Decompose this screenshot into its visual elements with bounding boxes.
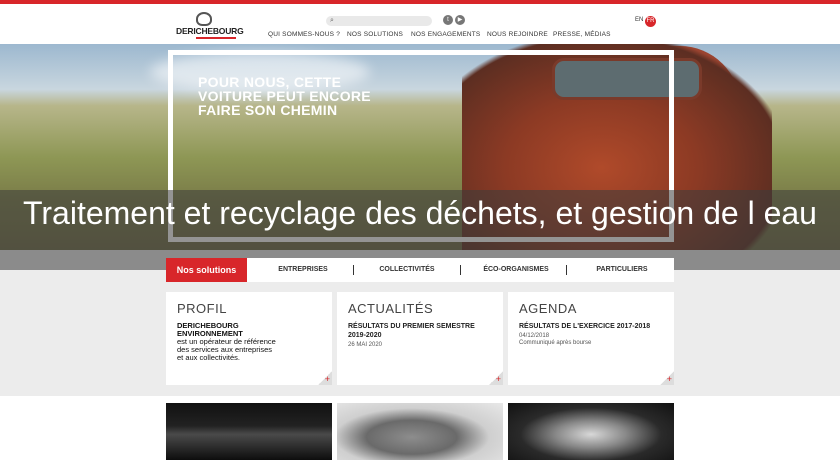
image-metal-pipes[interactable]	[508, 403, 674, 460]
lang-fr[interactable]: FR	[645, 16, 656, 27]
plus-icon[interactable]: +	[318, 371, 332, 385]
agenda-date: 04/12/2018	[519, 333, 550, 339]
tab-particuliers[interactable]: PARTICULIERS	[574, 258, 670, 282]
news-title-line1: RÉSULTATS DU PREMIER SEMESTRE	[348, 323, 475, 330]
search-icon: ⌕	[330, 17, 334, 24]
profil-desc-line3: et aux collectivités.	[177, 353, 240, 362]
card-heading: PROFIL	[177, 301, 227, 316]
news-title-line2: 2019-2020	[348, 332, 382, 339]
lang-en[interactable]: EN	[635, 17, 643, 23]
plus-icon[interactable]: +	[489, 371, 503, 385]
page-title: Traitement et recyclage des déchets, et …	[23, 195, 817, 231]
card-profil[interactable]: PROFIL DERICHEBOURG ENVIRONNEMENT est un…	[166, 292, 332, 385]
plus-icon[interactable]: +	[660, 371, 674, 385]
image-sponge-object[interactable]	[337, 403, 503, 460]
nav-item-nos-solutions[interactable]: NOS SOLUTIONS	[347, 31, 403, 38]
logo-mark-icon	[196, 12, 212, 26]
logo[interactable]: DERICHEBOURG	[176, 12, 244, 42]
nav-item-presse-medias[interactable]: PRESSE, MÉDIAS	[553, 31, 611, 38]
agenda-title: RÉSULTATS DE L'EXERCICE 2017-2018	[519, 323, 651, 330]
search-input[interactable]: ⌕	[326, 16, 432, 26]
youtube-icon[interactable]: ▶	[455, 15, 465, 25]
nav-item-nous-rejoindre[interactable]: NOUS REJOINDRE	[487, 31, 548, 38]
site-header: DERICHEBOURG ⌕ t ▶ QUI SOMMES-NOUS ? NOS…	[0, 4, 840, 44]
logo-text: DERICHEBOURG	[176, 26, 244, 36]
solutions-tabs: Nos solutions ENTREPRISES COLLECTIVITÉS …	[166, 258, 674, 282]
tab-nos-solutions[interactable]: Nos solutions	[166, 258, 247, 282]
card-actualites[interactable]: ACTUALITÉS RÉSULTATS DU PREMIER SEMESTRE…	[337, 292, 503, 385]
card-heading: ACTUALITÉS	[348, 301, 434, 316]
hero-tagline: POUR NOUS, CETTE VOITURE PEUT ENCORE FAI…	[198, 74, 371, 118]
card-heading: AGENDA	[519, 301, 577, 316]
tab-eco-organismes[interactable]: ÉCO-ORGANISMES	[468, 258, 564, 282]
tab-divider	[566, 265, 567, 275]
tab-collectivites[interactable]: COLLECTIVITÉS	[362, 258, 452, 282]
agenda-desc: Communiqué après bourse	[519, 340, 592, 346]
card-agenda[interactable]: AGENDA RÉSULTATS DE L'EXERCICE 2017-2018…	[508, 292, 674, 385]
news-date: 26 MAI 2020	[348, 342, 383, 348]
tab-divider	[460, 265, 461, 275]
twitter-icon[interactable]: t	[443, 15, 453, 25]
news-title: RÉSULTATS DU PREMIER SEMESTRE 2019-2020	[348, 322, 475, 340]
nav-item-nos-engagements[interactable]: NOS ENGAGEMENTS	[411, 31, 480, 38]
logo-underline	[196, 37, 236, 39]
tab-entreprises[interactable]: ENTREPRISES	[258, 258, 348, 282]
profil-body: DERICHEBOURG ENVIRONNEMENT est un opérat…	[177, 322, 276, 362]
nav-item-qui-sommes-nous[interactable]: QUI SOMMES-NOUS ?	[268, 31, 340, 38]
tab-divider	[353, 265, 354, 275]
image-water-splash[interactable]	[166, 403, 332, 460]
